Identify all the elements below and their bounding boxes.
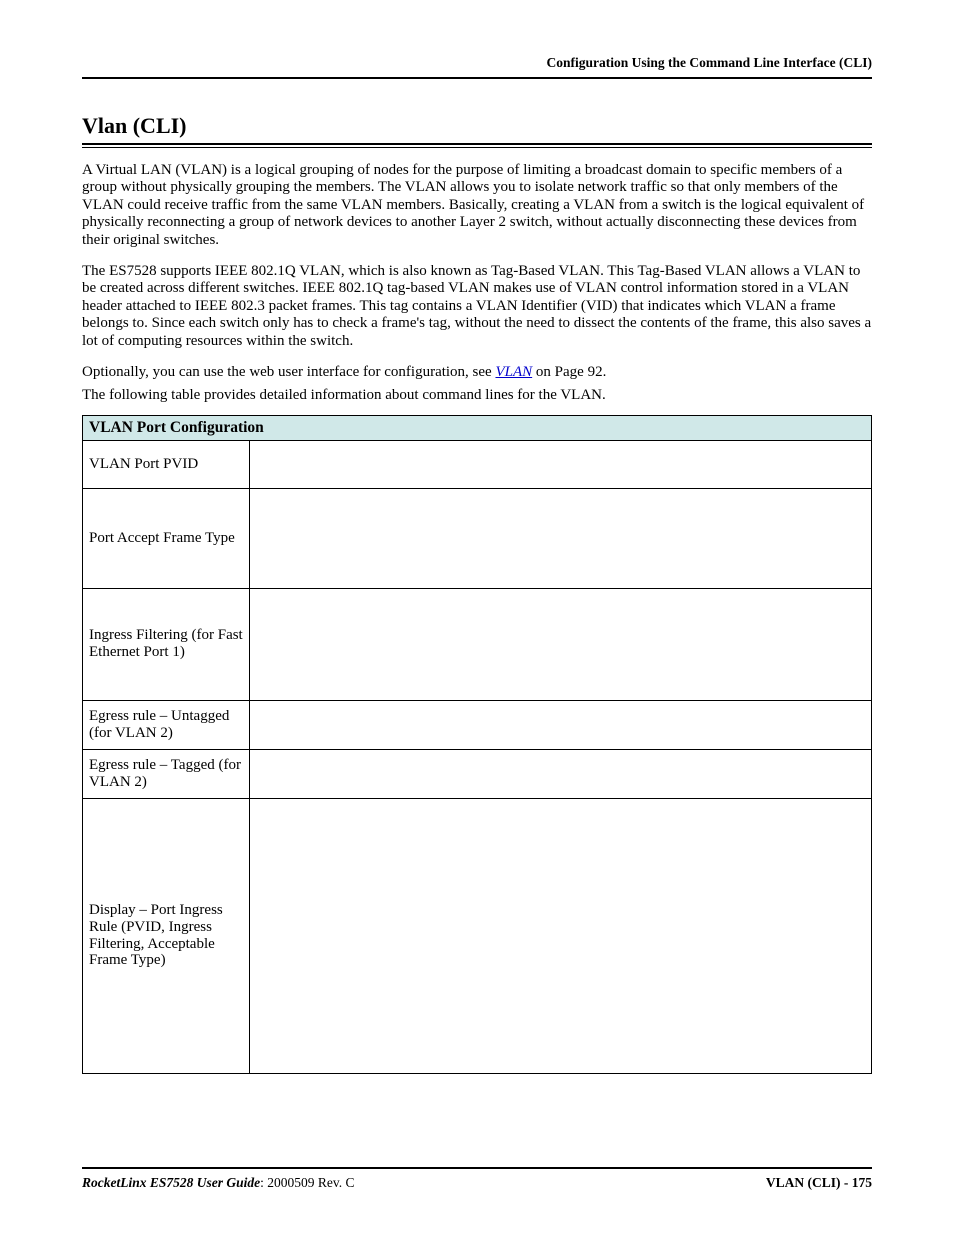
paragraph-4: The following table provides detailed in… xyxy=(82,387,872,404)
row-content xyxy=(250,798,872,1073)
table-row: VLAN Port PVID xyxy=(83,440,872,488)
table-row: Egress rule – Untagged (for VLAN 2) xyxy=(83,700,872,749)
vlan-link[interactable]: VLAN xyxy=(495,364,532,380)
row-label: Ingress Filtering (for Fast Ethernet Por… xyxy=(83,588,250,700)
footer-doc-rev: : 2000509 Rev. C xyxy=(260,1175,354,1190)
table-row: Display – Port Ingress Rule (PVID, Ingre… xyxy=(83,798,872,1073)
table-row: Ingress Filtering (for Fast Ethernet Por… xyxy=(83,588,872,700)
row-label: Egress rule – Tagged (for VLAN 2) xyxy=(83,749,250,798)
row-content xyxy=(250,488,872,588)
row-content xyxy=(250,588,872,700)
paragraph-1: A Virtual LAN (VLAN) is a logical groupi… xyxy=(82,162,872,249)
footer-left: RocketLinx ES7528 User Guide: 2000509 Re… xyxy=(82,1175,355,1191)
section-title: Vlan (CLI) xyxy=(82,113,872,139)
row-label: Port Accept Frame Type xyxy=(83,488,250,588)
table-row: Egress rule – Tagged (for VLAN 2) xyxy=(83,749,872,798)
page-header: Configuration Using the Command Line Int… xyxy=(82,55,872,79)
footer-page-label: VLAN (CLI) - 175 xyxy=(766,1175,872,1191)
footer-line: RocketLinx ES7528 User Guide: 2000509 Re… xyxy=(82,1175,872,1191)
title-rule-thin xyxy=(82,147,872,148)
row-label: VLAN Port PVID xyxy=(83,440,250,488)
para3-pre: Optionally, you can use the web user int… xyxy=(82,364,495,380)
para3-post: on Page 92. xyxy=(532,364,606,380)
row-label: Display – Port Ingress Rule (PVID, Ingre… xyxy=(83,798,250,1073)
running-title: Configuration Using the Command Line Int… xyxy=(82,55,872,71)
footer-doc-title: RocketLinx ES7528 User Guide xyxy=(82,1175,260,1190)
vlan-port-config-table: VLAN Port Configuration VLAN Port PVID P… xyxy=(82,415,872,1074)
page: Configuration Using the Command Line Int… xyxy=(0,0,954,1235)
table-row: Port Accept Frame Type xyxy=(83,488,872,588)
paragraph-3: Optionally, you can use the web user int… xyxy=(82,364,872,381)
table-header-row: VLAN Port Configuration xyxy=(83,415,872,440)
row-label: Egress rule – Untagged (for VLAN 2) xyxy=(83,700,250,749)
footer-rule xyxy=(82,1167,872,1169)
row-content xyxy=(250,700,872,749)
page-footer: RocketLinx ES7528 User Guide: 2000509 Re… xyxy=(82,1167,872,1191)
row-content xyxy=(250,749,872,798)
table-header: VLAN Port Configuration xyxy=(83,415,872,440)
row-content xyxy=(250,440,872,488)
title-rule xyxy=(82,143,872,146)
paragraph-2: The ES7528 supports IEEE 802.1Q VLAN, wh… xyxy=(82,263,872,350)
header-rule xyxy=(82,77,872,79)
